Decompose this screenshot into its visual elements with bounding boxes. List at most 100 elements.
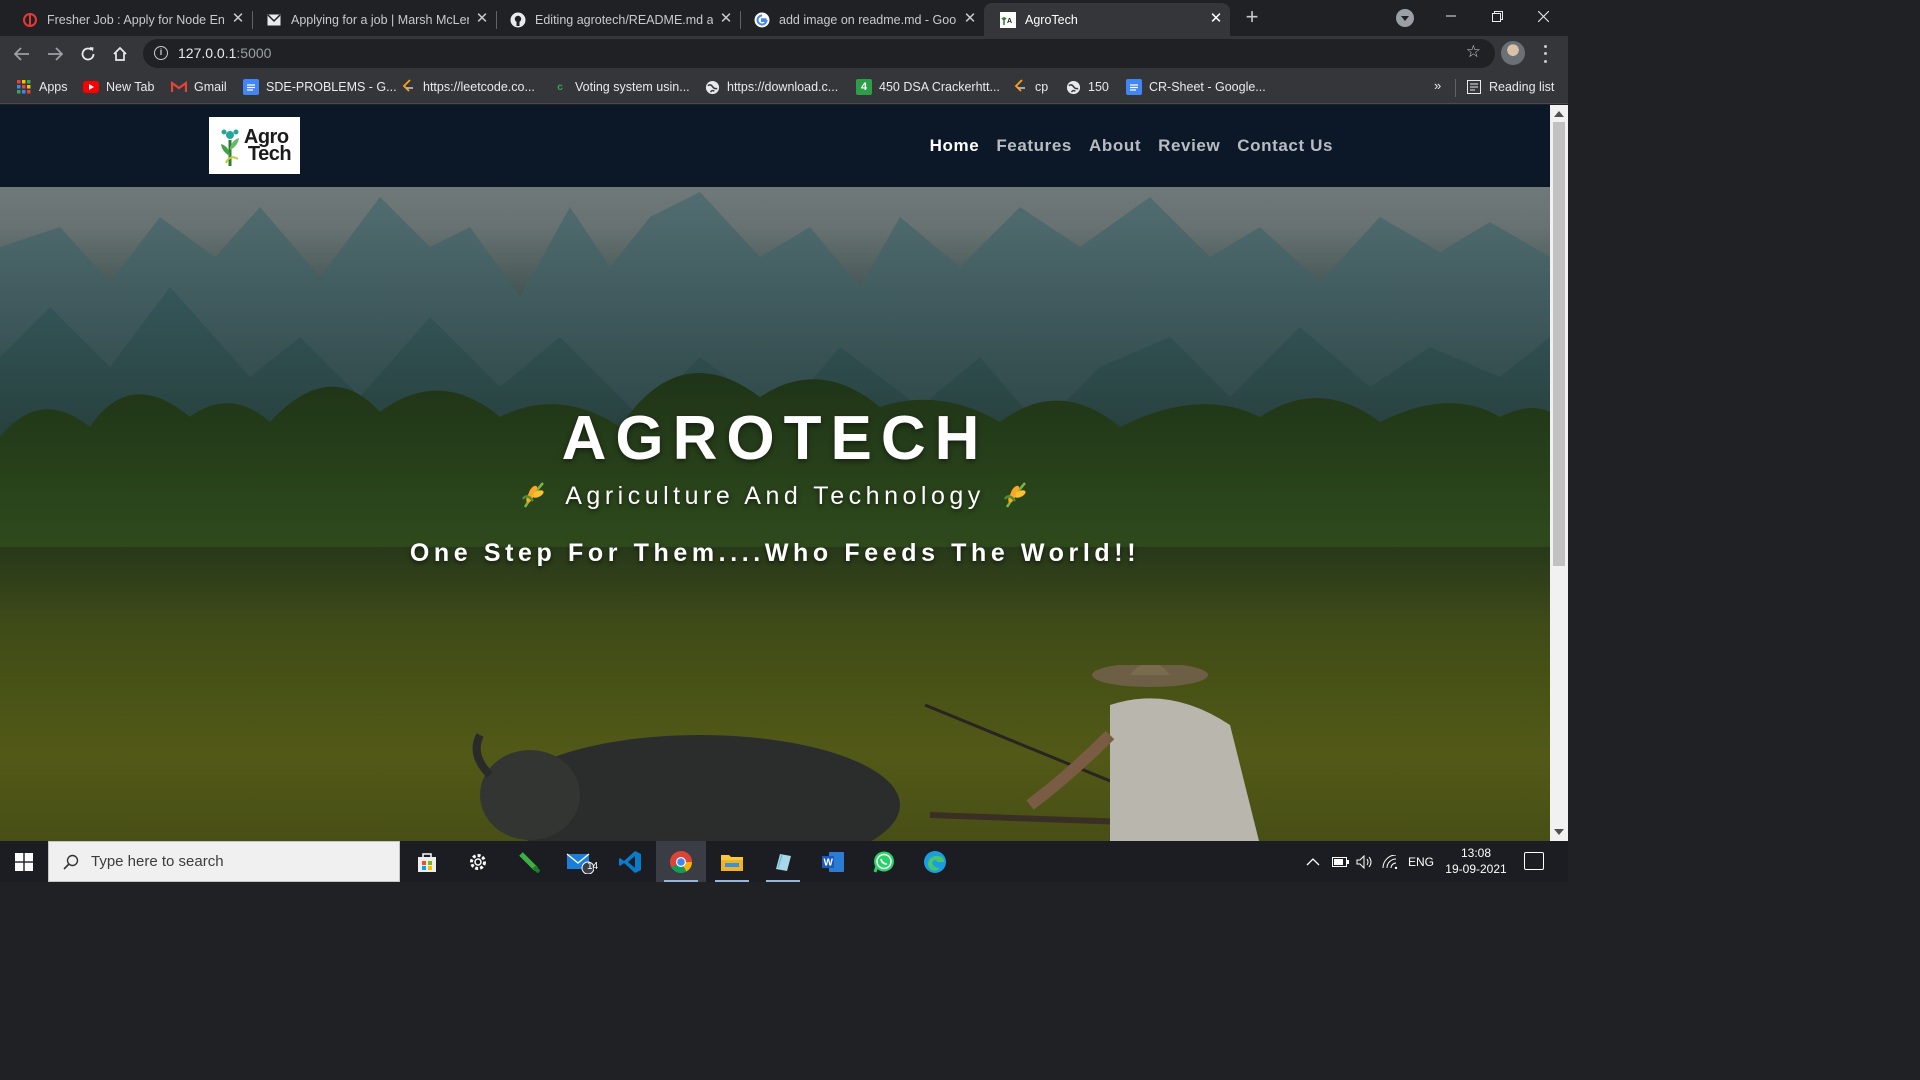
file-explorer-icon[interactable] xyxy=(707,841,757,882)
tab-title: add image on readme.md - Goo xyxy=(779,12,957,27)
bookmark-voting-system[interactable]: c Voting system usin... xyxy=(552,78,689,96)
bookmark-leetcode[interactable]: https://leetcode.co... xyxy=(400,78,535,96)
nav-features[interactable]: Features xyxy=(996,136,1072,156)
main-nav: Home Features About Review Contact Us xyxy=(930,136,1333,156)
notification-center-icon[interactable] xyxy=(1524,852,1544,870)
bookmark-label: 150 xyxy=(1088,80,1109,94)
reading-list-icon xyxy=(1466,79,1482,95)
clock-time: 13:08 xyxy=(1460,846,1492,860)
reload-icon[interactable] xyxy=(75,41,101,67)
mail-app-icon[interactable]: 14 xyxy=(555,841,605,882)
taskbar-clock[interactable]: 13:08 19-09-2021 xyxy=(1440,845,1512,877)
bookmark-label: New Tab xyxy=(106,80,155,94)
pen-app-icon[interactable] xyxy=(504,841,554,882)
site-info-icon[interactable]: i xyxy=(154,46,168,60)
gmail-icon xyxy=(171,79,187,95)
minimize-icon[interactable] xyxy=(1428,0,1474,32)
scroll-down-arrow-icon[interactable] xyxy=(1554,829,1564,835)
windows-logo-icon xyxy=(15,852,33,871)
word-icon[interactable]: W xyxy=(808,841,858,882)
bookmark-cr-sheet[interactable]: CR-Sheet - Google... xyxy=(1126,78,1266,96)
wheat-icon xyxy=(519,479,549,514)
hero-tagline: One Step For Them....Who Feeds The World… xyxy=(409,539,1141,567)
wifi-icon[interactable] xyxy=(1382,841,1400,882)
google-docs-icon xyxy=(243,79,259,95)
new-tab-button[interactable]: + xyxy=(1240,6,1264,30)
bookmark-star-icon[interactable]: ☆ xyxy=(1466,42,1481,62)
site-logo[interactable]: Agro Tech xyxy=(209,117,300,174)
tray-overflow-chevron-icon[interactable] xyxy=(1306,841,1320,882)
bookmark-cp[interactable]: cp xyxy=(1012,78,1048,96)
site-navbar: Agro Tech Home Features About Review Con… xyxy=(0,105,1550,187)
nav-review[interactable]: Review xyxy=(1158,136,1220,156)
google-icon xyxy=(754,12,770,28)
profile-avatar[interactable] xyxy=(1501,41,1525,65)
settings-gear-icon[interactable] xyxy=(453,841,503,882)
taskbar-search-box[interactable]: Type here to search xyxy=(48,841,400,882)
browser-tab[interactable]: Applying for a job | Marsh McLen ✕ xyxy=(250,3,496,36)
bookmark-download[interactable]: https://download.c... xyxy=(704,78,838,96)
google-docs-icon xyxy=(1126,79,1142,95)
bookmark-450-dsa[interactable]: 4 450 DSA Crackerhtt... xyxy=(856,78,1000,96)
windows-start-button[interactable] xyxy=(0,841,48,882)
bookmark-gmail[interactable]: Gmail xyxy=(171,78,227,96)
microsoft-store-icon[interactable] xyxy=(402,841,452,882)
close-tab-icon[interactable]: ✕ xyxy=(230,11,246,27)
forward-arrow-icon[interactable] xyxy=(42,41,68,67)
nav-contact-us[interactable]: Contact Us xyxy=(1237,136,1333,156)
url-text: 127.0.0.1:5000 xyxy=(178,45,272,61)
whatsapp-icon[interactable] xyxy=(859,841,909,882)
bookmark-sde-problems[interactable]: SDE-PROBLEMS - G... xyxy=(243,78,397,96)
close-tab-icon[interactable]: ✕ xyxy=(718,11,734,27)
close-window-icon[interactable] xyxy=(1520,0,1566,32)
close-tab-icon[interactable]: ✕ xyxy=(474,11,490,27)
reading-list-button[interactable]: Reading list xyxy=(1466,78,1554,96)
bookmark-new-tab[interactable]: New Tab xyxy=(83,78,154,96)
back-arrow-icon[interactable] xyxy=(9,41,35,67)
battery-icon[interactable] xyxy=(1332,841,1350,882)
close-tab-icon[interactable]: ✕ xyxy=(962,11,978,27)
plant-logo-icon xyxy=(218,126,242,166)
browser-tab[interactable]: Fresher Job : Apply for Node Eng ✕ xyxy=(6,3,252,36)
bookmarks-overflow-button[interactable]: » xyxy=(1434,78,1441,93)
vscode-icon[interactable] xyxy=(605,841,655,882)
browser-tab[interactable]: add image on readme.md - Goo ✕ xyxy=(738,3,984,36)
bookmark-label: https://download.c... xyxy=(727,80,839,94)
mail-unread-badge: 14 xyxy=(587,861,599,872)
green-4-icon: 4 xyxy=(856,79,872,95)
scrollbar-thumb[interactable] xyxy=(1553,122,1565,566)
clock-date: 19-09-2021 xyxy=(1445,862,1507,876)
restore-icon[interactable] xyxy=(1474,0,1520,32)
hero-subtitle-row: Agriculture And Technology xyxy=(0,479,1550,514)
page-scrollbar[interactable] xyxy=(1550,105,1568,841)
bookmark-label: https://leetcode.co... xyxy=(423,80,535,94)
bookmark-150[interactable]: 150 xyxy=(1065,78,1109,96)
youtube-icon xyxy=(83,79,99,95)
bookmark-apps[interactable]: Apps xyxy=(16,78,68,96)
close-tab-icon[interactable]: ✕ xyxy=(1208,11,1224,27)
home-icon[interactable] xyxy=(107,41,133,67)
tab-search-icon[interactable] xyxy=(1396,9,1414,27)
edge-icon[interactable] xyxy=(910,841,960,882)
browser-menu-icon[interactable] xyxy=(1540,43,1550,65)
browser-tab[interactable]: Editing agrotech/README.md at ✕ xyxy=(494,3,740,36)
volume-icon[interactable] xyxy=(1356,841,1374,882)
nav-about[interactable]: About xyxy=(1089,136,1141,156)
hero-title: AGROTECH xyxy=(561,404,989,473)
logo-wordmark: Agro Tech xyxy=(244,127,292,164)
globe-icon xyxy=(1065,79,1081,95)
job-site-icon xyxy=(22,12,38,28)
scroll-up-arrow-icon[interactable] xyxy=(1554,111,1564,117)
nav-home[interactable]: Home xyxy=(930,136,980,156)
agrotech-favicon: A xyxy=(1000,11,1016,28)
notes-app-icon[interactable] xyxy=(758,841,808,882)
tab-title: Fresher Job : Apply for Node Eng xyxy=(47,12,225,27)
chrome-icon[interactable] xyxy=(656,841,706,882)
webpage-viewport: AGROTECH Agriculture And Technology One … xyxy=(0,105,1550,841)
address-bar[interactable]: i 127.0.0.1:5000 ☆ xyxy=(143,39,1495,68)
language-indicator[interactable]: ENG xyxy=(1408,841,1434,882)
bookmark-label: CR-Sheet - Google... xyxy=(1149,80,1266,94)
browser-tab-active[interactable]: A AgroTech ✕ xyxy=(984,3,1230,36)
tab-title: Editing agrotech/README.md at xyxy=(535,12,713,27)
mail-icon xyxy=(266,12,282,28)
